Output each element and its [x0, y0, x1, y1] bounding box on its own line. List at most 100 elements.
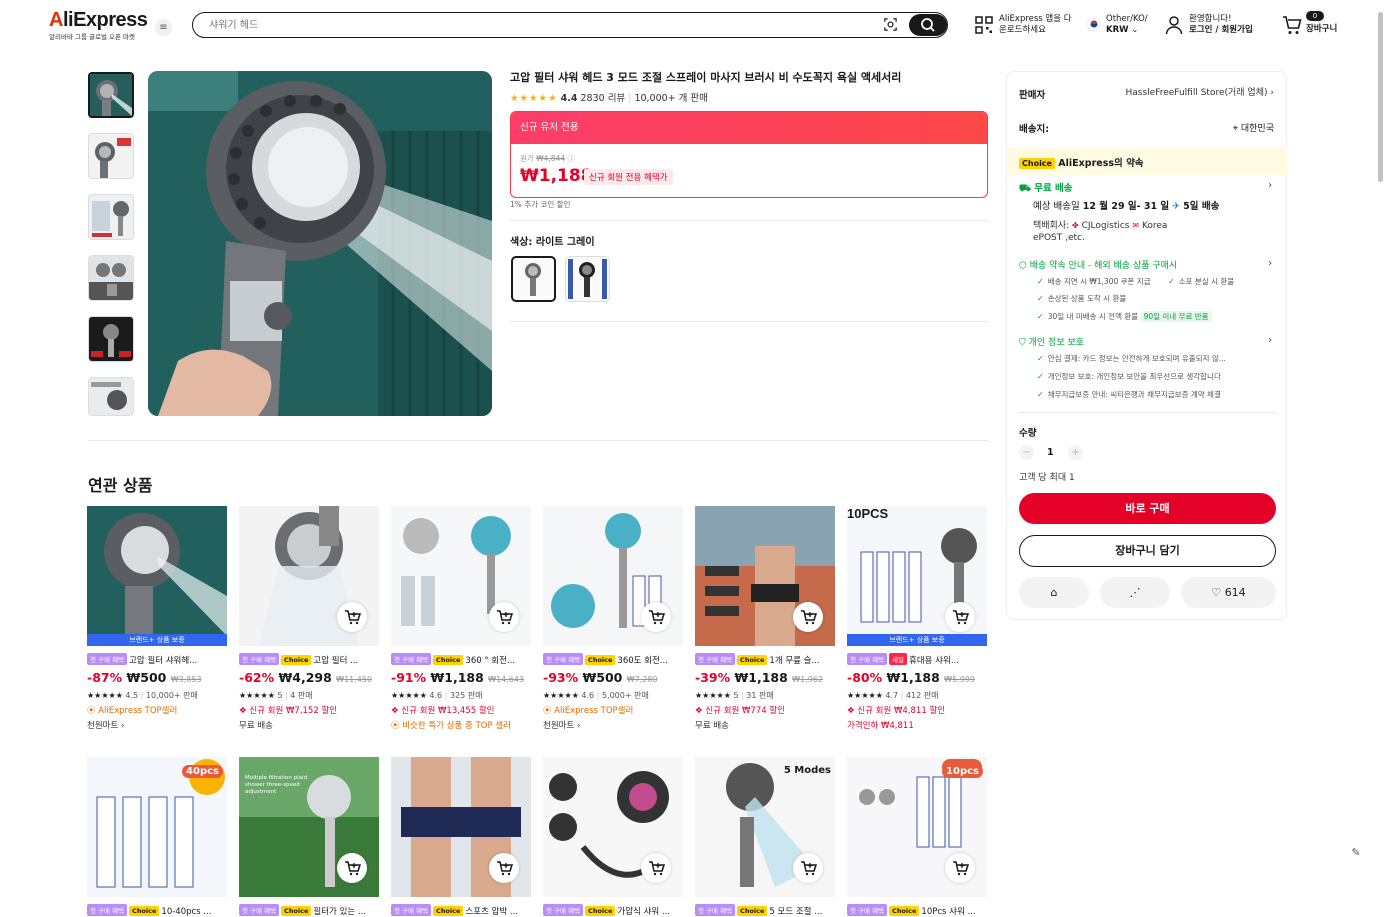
card-title[interactable]: 첫 구매 혜택 Choice 360도 회전... [543, 653, 683, 666]
account-menu[interactable]: 환영합니다! 로그인 / 회원가입 [1189, 14, 1253, 36]
carrier-name-3: ePOST ,etc. [1033, 233, 1085, 243]
feedback-pen-icon[interactable]: ✎ [1347, 846, 1365, 864]
locale-selector[interactable]: Other/KO/ KRW ⌄ [1106, 14, 1148, 36]
main-product-image[interactable] [148, 71, 492, 416]
aliexpress-logo[interactable]: AliExpress [49, 9, 148, 32]
add-to-cart-icon[interactable] [793, 853, 823, 883]
reviews-link[interactable]: 2830 리뷰 [581, 93, 626, 104]
ship-to-selector[interactable]: ⌖ 대한민국 [1233, 121, 1274, 134]
card-line2[interactable]: 천원마트 › [543, 719, 683, 731]
card-title-text: 고압 필터 샤워헤... [129, 656, 198, 666]
color-swatch-light-grey[interactable] [511, 256, 556, 302]
search-bar [192, 12, 948, 38]
card-line2: 가격인하 ₩4,811 [847, 721, 914, 731]
quantity-value[interactable]: 1 [1047, 447, 1054, 458]
add-to-cart-icon[interactable] [945, 853, 975, 883]
store-button[interactable]: ⌂ [1019, 577, 1089, 608]
buy-now-button[interactable]: 바로 구매 [1019, 493, 1276, 524]
add-to-cart-icon[interactable] [793, 602, 823, 632]
seller-store-link[interactable]: HassleFreeFulfill Store(거래 업체) › [1126, 85, 1275, 98]
promo-icon: ❖ [391, 706, 399, 716]
quantity-increase-button[interactable]: + [1068, 445, 1083, 460]
product-image[interactable]: Multiple filtration plaid shower three-s… [239, 757, 379, 897]
search-input[interactable] [209, 16, 849, 34]
swatch-image [525, 263, 541, 296]
card-line2: ⦿ 비슷한 특가 상품 중 TOP 셀러 [391, 721, 511, 731]
sale-price: ₩1,188 [430, 670, 484, 685]
user-icon[interactable] [1165, 15, 1183, 35]
thumbnail-2[interactable] [88, 133, 134, 179]
add-to-cart-icon[interactable] [489, 853, 519, 883]
related-product-card[interactable]: Multiple filtration plaid shower three-s… [239, 757, 379, 917]
thumbnail-1[interactable] [88, 72, 134, 118]
add-to-cart-icon[interactable] [641, 853, 671, 883]
image-search-icon[interactable] [883, 17, 898, 32]
card-title[interactable]: 첫 구매 혜택 세일 휴대용 샤워... [847, 653, 987, 666]
menu-icon[interactable]: ≡ [155, 19, 172, 36]
product-image[interactable] [239, 506, 379, 646]
add-to-cart-icon[interactable] [337, 602, 367, 632]
epost-logo-icon: ✉ [1132, 221, 1140, 230]
sale-price: ₩500 [582, 670, 623, 685]
related-product-card[interactable]: 10pcs 첫 구매 혜택 Choice 10Pcs 샤워 ... [847, 757, 987, 917]
add-to-cart-button[interactable]: 장바구니 담기 [1019, 535, 1276, 567]
info-icon[interactable]: ⓘ [567, 154, 575, 163]
privacy-row[interactable]: ⛉ 개인 정보 보호 [1019, 335, 1084, 348]
related-product-card[interactable]: 5 Modes 첫 구매 혜택 Choice 5 모드 조절 ... [695, 757, 835, 917]
choice-tag: Choice [281, 655, 312, 665]
card-title-text: 5 모드 조절 ... [769, 907, 823, 917]
add-to-cart-icon[interactable] [641, 602, 671, 632]
thumbnail-3[interactable] [88, 194, 134, 240]
related-product-card[interactable]: 첫 구매 혜택 Choice 스포츠 압박 ... [391, 757, 531, 917]
quantity-decrease-button[interactable]: − [1019, 445, 1034, 460]
brand-guarantee-bar: 브랜드+ 상품 보증 [847, 634, 987, 646]
related-product-card[interactable]: 40pcs 첫 구매 혜택 Choice 10-40pcs ... [87, 757, 227, 917]
card-title[interactable]: 첫 구매 혜택 Choice 고압 필터 ... [239, 653, 379, 666]
related-product-card[interactable]: 첫 구매 혜택 Choice 360도 회전... -93% ₩500 ₩7,280… [543, 506, 683, 731]
product-image[interactable] [391, 506, 531, 646]
product-image[interactable] [391, 757, 531, 897]
card-line2[interactable]: 천원마트 › [87, 719, 227, 731]
product-image[interactable]: 10pcs [847, 757, 987, 897]
product-image[interactable]: 브랜드+ 상품 보증 [87, 506, 227, 646]
related-product-card[interactable]: 첫 구매 혜택 Choice 1개 무릎 슬... -39% ₩1,188 ₩1,9… [695, 506, 835, 731]
thumbnail-4[interactable] [88, 255, 134, 301]
product-image[interactable]: 5 Modes [695, 757, 835, 897]
qr-icon[interactable] [975, 16, 993, 34]
choice-tag: Choice [281, 906, 312, 916]
promise-item-4: 30일 내 미배송 시 전액 환불 [1047, 312, 1139, 321]
login-signup-link[interactable]: 로그인 / 회원가입 [1189, 25, 1253, 35]
add-to-cart-icon[interactable] [337, 853, 367, 883]
card-title[interactable]: 첫 구매 혜택 고압 필터 샤워헤... [87, 653, 227, 666]
cart-icon[interactable] [1282, 16, 1302, 35]
product-image[interactable] [543, 506, 683, 646]
search-button[interactable] [909, 14, 947, 36]
download-app-link[interactable]: AliExpress 앱을 다 운로드하세요 [999, 14, 1072, 36]
thumbnail-6[interactable] [88, 377, 134, 416]
related-product-card[interactable]: 첫 구매 혜택 Choice 고압 필터 ... -62% ₩4,298 ₩11,4… [239, 506, 379, 731]
related-product-card[interactable]: 브랜드+ 상품 보증 첫 구매 혜택 고압 필터 샤워헤... -87% ₩500… [87, 506, 227, 731]
add-to-cart-icon[interactable] [945, 602, 975, 632]
product-image[interactable] [695, 506, 835, 646]
card-rating: ★★★★★ 4.7 | 412 판매 [847, 691, 939, 700]
card-title-text: 가압식 샤워 ... [617, 907, 671, 917]
product-image[interactable] [543, 757, 683, 897]
cart-plus-icon [649, 861, 666, 876]
wishlist-button[interactable]: ♡ 614 [1181, 577, 1276, 608]
add-to-cart-icon[interactable] [489, 602, 519, 632]
product-image[interactable]: 10PCS 브랜드+ 상품 보증 [847, 506, 987, 646]
related-product-card[interactable]: 첫 구매 혜택 Choice 360 ° 회전... -91% ₩1,188 ₩14… [391, 506, 531, 731]
product-image[interactable]: 40pcs [87, 757, 227, 897]
scrollbar[interactable] [1378, 12, 1383, 182]
seller-label: 판매자 [1019, 90, 1046, 101]
card-title[interactable]: 첫 구매 혜택 Choice 1개 무릎 슬... [695, 653, 835, 666]
thumbnail-5[interactable] [88, 316, 134, 362]
related-product-card[interactable]: 10PCS 브랜드+ 상품 보증 첫 구매 혜택 세일 휴대용 샤워... -80% … [847, 506, 987, 731]
share-button[interactable]: ⋰ [1100, 577, 1170, 608]
free-shipping-row[interactable]: ⛟ 무료 배송 [1019, 180, 1073, 195]
related-product-card[interactable]: 첫 구매 혜택 Choice 가압식 샤워 ... [543, 757, 683, 917]
card-title[interactable]: 첫 구매 혜택 Choice 360 ° 회전... [391, 653, 531, 666]
delivery-promise-row[interactable]: ⬡ 배송 약속 안내 - 해외 배송 상품 구매시 [1019, 258, 1177, 271]
cart-label[interactable]: 장바구니 [1306, 24, 1337, 35]
color-swatch-black[interactable] [565, 256, 610, 302]
